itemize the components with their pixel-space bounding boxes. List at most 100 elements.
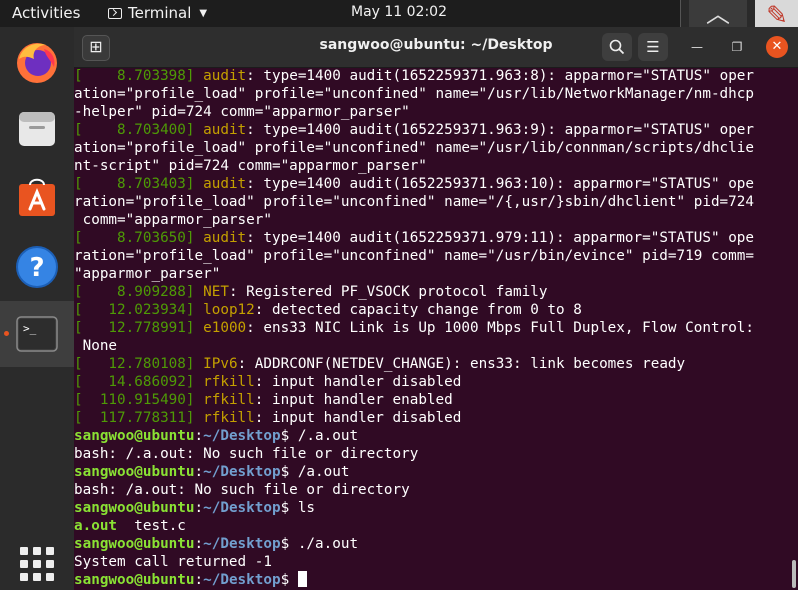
terminal-line: sangwoo@ubuntu:~/Desktop$ ls	[74, 499, 754, 517]
minimize-button[interactable]: —	[686, 36, 708, 58]
terminal-line: System call returned -1	[74, 553, 754, 571]
log-message: : Registered PF_VSOCK protocol family	[228, 284, 548, 300]
log-timestamp: [ 8.703650]	[74, 230, 195, 246]
terminal-line: None	[74, 337, 754, 355]
output-text: System call returned -1	[74, 554, 272, 570]
log-source: rfkill	[203, 374, 255, 390]
terminal-line: ration="profile_load" profile="unconfine…	[74, 193, 754, 211]
prompt-separator: :	[194, 464, 204, 480]
log-source: loop12	[203, 302, 255, 318]
output-text: ation="profile_load" profile="unconfined…	[74, 86, 754, 102]
terminal-line: sangwoo@ubuntu:~/Desktop$ /a.out	[74, 463, 754, 481]
grid-dot-icon	[46, 573, 54, 581]
terminal-line: [ 12.778991] e1000: ens33 NIC Link is Up…	[74, 319, 754, 337]
terminal-line: [ 12.023934] loop12: detected capacity c…	[74, 301, 754, 319]
prompt-symbol: $	[280, 572, 298, 588]
log-gap	[195, 230, 204, 246]
output-text: "apparmor_parser"	[74, 266, 221, 282]
prompt-path: ~/Desktop	[203, 500, 281, 516]
output-text: nt-script" pid=724 comm="apparmor_parser…	[74, 158, 427, 174]
show-applications-button[interactable]	[20, 547, 54, 581]
help-icon: ?	[16, 246, 58, 288]
grid-dot-icon	[46, 560, 54, 568]
prompt-path: ~/Desktop	[203, 572, 281, 588]
log-source: audit	[203, 122, 247, 138]
log-source: rfkill	[203, 392, 255, 408]
log-message: : input handler disabled	[254, 374, 462, 390]
dock-files[interactable]	[0, 97, 74, 159]
log-timestamp: [ 117.778311]	[74, 410, 195, 426]
clock[interactable]: May 11 02:02	[0, 4, 798, 20]
log-message: : type=1400 audit(1652259371.963:8): app…	[246, 68, 755, 84]
prompt-separator: :	[194, 500, 204, 516]
log-timestamp: [ 12.780108]	[74, 356, 195, 372]
output-text: bash: /a.out: No such file or directory	[74, 482, 410, 498]
terminal-line: ation="profile_load" profile="unconfined…	[74, 139, 754, 157]
log-gap	[195, 284, 204, 300]
prompt-symbol: $	[280, 428, 298, 444]
search-button[interactable]	[602, 33, 632, 61]
command-text: /.a.out	[297, 428, 359, 444]
terminal-line: "apparmor_parser"	[74, 265, 754, 283]
log-timestamp: [ 110.915490]	[74, 392, 195, 408]
grid-dot-icon	[20, 573, 28, 581]
log-timestamp: [ 12.778991]	[74, 320, 195, 336]
maximize-button[interactable]: ❐	[726, 36, 748, 58]
dock-software[interactable]	[0, 166, 74, 228]
dock-help[interactable]: ?	[0, 235, 74, 297]
terminal-line: [ 8.703650] audit: type=1400 audit(16522…	[74, 229, 754, 247]
terminal-line: [ 8.909288] NET: Registered PF_VSOCK pro…	[74, 283, 754, 301]
log-message: : type=1400 audit(1652259371.963:10): ap…	[246, 176, 755, 192]
close-button[interactable]: ✕	[766, 36, 788, 58]
prompt-user: sangwoo@ubuntu	[74, 536, 195, 552]
log-gap	[195, 68, 204, 84]
dock: ? >_	[0, 27, 74, 590]
output-text: ration="profile_load" profile="unconfine…	[74, 194, 754, 210]
terminal-line: sangwoo@ubuntu:~/Desktop$	[74, 571, 754, 589]
terminal-line: ration="profile_load" profile="unconfine…	[74, 247, 754, 265]
terminal-line: sangwoo@ubuntu:~/Desktop$ /.a.out	[74, 427, 754, 445]
prompt-path: ~/Desktop	[203, 464, 281, 480]
log-message: : detected capacity change from 0 to 8	[254, 302, 582, 318]
command-text: ./a.out	[297, 536, 359, 552]
terminal-line: [ 8.703403] audit: type=1400 audit(16522…	[74, 175, 754, 193]
top-bar: Activities Terminal ▼ May 11 02:02	[0, 0, 798, 27]
grid-dot-icon	[33, 547, 41, 555]
scrollbar-thumb[interactable]	[792, 560, 796, 588]
terminal-line: [ 8.703400] audit: type=1400 audit(16522…	[74, 121, 754, 139]
terminal-line: comm="apparmor_parser"	[74, 211, 754, 229]
search-icon	[609, 39, 625, 55]
terminal-lines: [ 8.703398] audit: type=1400 audit(16522…	[74, 68, 754, 589]
output-text: ation="profile_load" profile="unconfined…	[74, 140, 754, 156]
terminal-app-icon: >_	[16, 316, 58, 352]
terminal-line: sangwoo@ubuntu:~/Desktop$ ./a.out	[74, 535, 754, 553]
prompt-user: sangwoo@ubuntu	[74, 572, 195, 588]
grid-dot-icon	[33, 560, 41, 568]
log-timestamp: [ 12.023934]	[74, 302, 195, 318]
log-timestamp: [ 14.686092]	[74, 374, 195, 390]
svg-text:>_: >_	[23, 322, 37, 335]
log-gap	[195, 176, 204, 192]
terminal-line: nt-script" pid=724 comm="apparmor_parser…	[74, 157, 754, 175]
scrollbar[interactable]	[790, 68, 798, 590]
log-gap	[195, 320, 204, 336]
window-titlebar[interactable]: ⊞ sangwoo@ubuntu: ~/Desktop ☰ — ❐ ✕	[74, 27, 798, 68]
log-source: NET	[203, 284, 229, 300]
prompt-path: ~/Desktop	[203, 428, 281, 444]
log-timestamp: [ 8.909288]	[74, 284, 195, 300]
prompt-separator: :	[194, 572, 204, 588]
terminal-line: bash: /a.out: No such file or directory	[74, 481, 754, 499]
hamburger-menu-button[interactable]: ☰	[638, 33, 668, 61]
svg-text:?: ?	[29, 253, 44, 283]
dock-terminal[interactable]: >_	[0, 301, 74, 367]
dock-firefox[interactable]	[0, 30, 74, 92]
prompt-user: sangwoo@ubuntu	[74, 464, 195, 480]
prompt-symbol: $	[280, 464, 298, 480]
log-source: audit	[203, 230, 247, 246]
prompt-separator: :	[194, 428, 204, 444]
terminal-output[interactable]: [ 8.703398] audit: type=1400 audit(16522…	[74, 68, 790, 590]
log-gap	[195, 122, 204, 138]
log-gap	[195, 410, 204, 426]
log-gap	[195, 374, 204, 390]
log-gap	[195, 392, 204, 408]
